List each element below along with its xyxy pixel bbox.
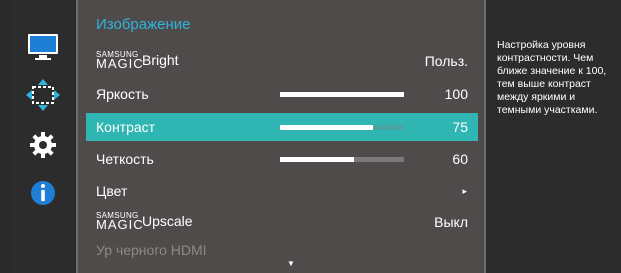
menu-item-label: Bright	[142, 52, 179, 68]
scroll-down-icon[interactable]: ▼	[287, 259, 295, 268]
menu-item-contrast[interactable]: Контраст 75	[86, 113, 478, 141]
menu-item-value: Польз.	[424, 53, 468, 69]
menu-item-value: Выкл	[434, 214, 468, 230]
picture-menu: Изображение SAMSUNG MAGIC Bright Польз. …	[76, 0, 486, 273]
gear-icon[interactable]	[25, 127, 61, 163]
sharpness-slider[interactable]	[280, 157, 404, 162]
info-icon[interactable]	[25, 175, 61, 211]
osd-screen: Изображение SAMSUNG MAGIC Bright Польз. …	[0, 0, 621, 273]
menu-item-label: Цвет	[96, 183, 128, 199]
menu-item-magic-bright[interactable]: SAMSUNG MAGIC Bright Польз.	[86, 47, 478, 75]
menu-item-label: Четкость	[96, 151, 154, 167]
menu-item-value: 60	[452, 151, 468, 167]
slider-fill	[280, 157, 355, 162]
resize-arrows-icon[interactable]	[25, 78, 61, 114]
sidebar	[12, 0, 74, 273]
menu-item-label: Ур черного HDMI	[96, 242, 207, 258]
magic-bright-label: SAMSUNG MAGIC Bright	[96, 50, 179, 71]
magic-brand-text: MAGIC	[96, 56, 144, 71]
slider-fill	[280, 92, 404, 97]
magic-upscale-label: SAMSUNG MAGIC Upscale	[96, 211, 193, 232]
slider-fill	[280, 125, 373, 130]
menu-item-value: 100	[444, 86, 468, 102]
magic-brand-text: MAGIC	[96, 217, 144, 232]
menu-item-hdmi-black-level: Ур черного HDMI	[86, 236, 478, 264]
monitor-icon[interactable]	[25, 30, 61, 66]
menu-item-label: Upscale	[142, 213, 193, 229]
menu-item-brightness[interactable]: Яркость 100	[86, 80, 478, 108]
submenu-arrow-icon: ▸	[462, 186, 467, 196]
help-text: Настройка уровня контрастности. Чем ближ…	[497, 39, 607, 116]
menu-item-label: Контраст	[96, 119, 156, 135]
menu-item-label: Яркость	[96, 86, 149, 102]
menu-item-value: 75	[452, 119, 468, 135]
menu-item-magic-upscale[interactable]: SAMSUNG MAGIC Upscale Выкл	[86, 208, 478, 236]
menu-item-sharpness[interactable]: Четкость 60	[86, 145, 478, 173]
menu-title: Изображение	[96, 16, 191, 33]
brightness-slider[interactable]	[280, 92, 404, 97]
menu-item-color[interactable]: Цвет ▸	[86, 177, 478, 205]
contrast-slider[interactable]	[280, 125, 404, 130]
help-panel: Настройка уровня контрастности. Чем ближ…	[486, 0, 621, 273]
